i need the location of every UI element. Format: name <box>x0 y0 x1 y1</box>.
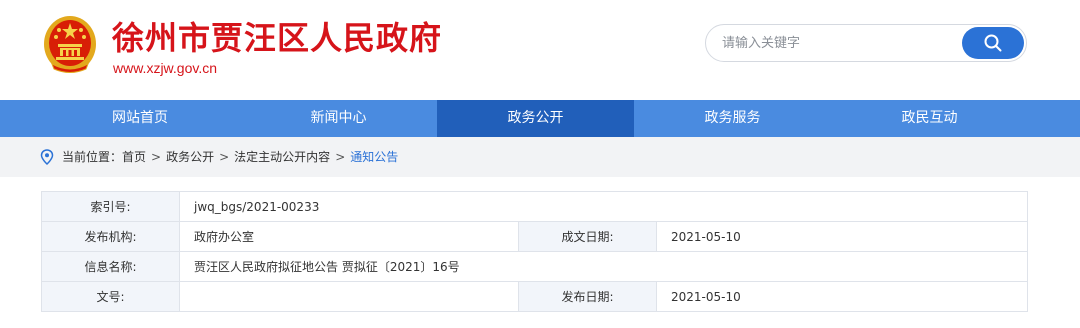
site-url[interactable]: www.xzjw.gov.cn <box>113 60 217 76</box>
document-info-table: 索引号: jwq_bgs/2021-00233 发布机构: 政府办公室 成文日期… <box>41 191 1028 312</box>
breadcrumb-link-statutory-disclosure[interactable]: 法定主动公开内容 <box>234 148 330 165</box>
info-name-label: 信息名称: <box>41 251 180 282</box>
created-date-label: 成文日期: <box>518 221 657 252</box>
site-header: 徐州市贾汪区人民政府 www.xzjw.gov.cn <box>0 0 1080 100</box>
index-label: 索引号: <box>41 191 180 222</box>
info-row-publisher: 发布机构: 政府办公室 成文日期: 2021-05-10 <box>41 221 1028 252</box>
publisher-value: 政府办公室 <box>179 221 519 252</box>
breadcrumb-prefix: 当前位置： <box>62 150 123 164</box>
doc-number-label: 文号: <box>41 281 180 312</box>
info-name-value: 贾汪区人民政府拟征地公告 贾拟征〔2021〕16号 <box>179 251 1028 282</box>
published-date-value: 2021-05-10 <box>656 281 1028 312</box>
national-emblem-icon <box>44 16 96 73</box>
main-nav: 网站首页 新闻中心 政务公开 政务服务 政民互动 <box>0 100 1080 137</box>
breadcrumb-bar: 当前位置： 首页 > 政务公开 > 法定主动公开内容 > 通知公告 <box>0 137 1080 177</box>
nav-item-news[interactable]: 新闻中心 <box>240 100 437 137</box>
nav-item-gov-affairs-open[interactable]: 政务公开 <box>437 100 634 137</box>
breadcrumb-separator: > <box>151 149 162 164</box>
search-button[interactable] <box>962 27 1024 59</box>
nav-item-gov-services[interactable]: 政务服务 <box>634 100 831 137</box>
search-icon <box>984 34 1002 52</box>
index-value: jwq_bgs/2021-00233 <box>179 191 1028 222</box>
breadcrumb-separator: > <box>219 149 230 164</box>
created-date-value: 2021-05-10 <box>656 221 1028 252</box>
info-row-index: 索引号: jwq_bgs/2021-00233 <box>41 191 1028 222</box>
nav-item-home[interactable]: 网站首页 <box>0 100 240 137</box>
info-row-doc-number: 文号: 发布日期: 2021-05-10 <box>41 281 1028 312</box>
breadcrumb: 当前位置： 首页 > 政务公开 > 法定主动公开内容 > 通知公告 <box>40 148 398 165</box>
info-row-name: 信息名称: 贾汪区人民政府拟征地公告 贾拟征〔2021〕16号 <box>41 251 1028 282</box>
doc-number-value <box>179 281 519 312</box>
breadcrumb-separator: > <box>335 149 346 164</box>
breadcrumb-link-notices[interactable]: 通知公告 <box>350 148 398 165</box>
breadcrumb-link-home[interactable]: 首页 <box>122 148 146 165</box>
publisher-label: 发布机构: <box>41 221 180 252</box>
location-pin-icon <box>40 148 54 165</box>
search-input[interactable] <box>722 33 942 53</box>
breadcrumb-link-gov-affairs-open[interactable]: 政务公开 <box>166 148 214 165</box>
site-title[interactable]: 徐州市贾汪区人民政府 <box>112 16 442 60</box>
published-date-label: 发布日期: <box>518 281 657 312</box>
search-box <box>705 24 1027 62</box>
nav-item-interaction[interactable]: 政民互动 <box>831 100 1028 137</box>
